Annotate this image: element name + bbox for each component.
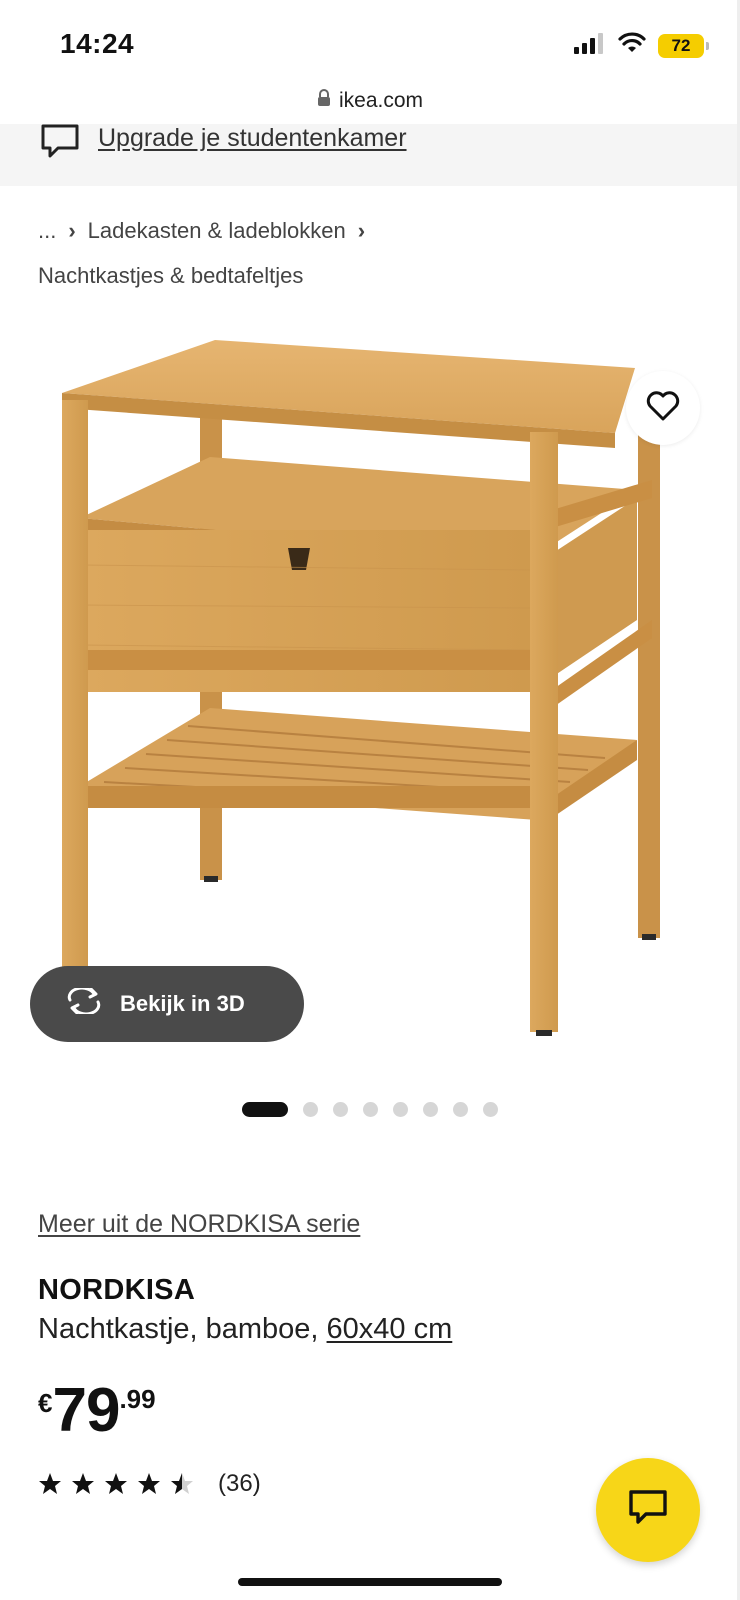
price-integer: 79: [52, 1376, 120, 1445]
carousel-dot-8[interactable]: [483, 1102, 498, 1117]
rotate-3d-icon: [64, 986, 104, 1020]
product-price: € 79 .99: [38, 1380, 156, 1442]
home-indicator: [238, 1578, 502, 1586]
price-decimal: .99: [119, 1384, 156, 1414]
carousel-dot-7[interactable]: [453, 1102, 468, 1117]
rating-count: (36): [218, 1470, 261, 1497]
rating-stars: [38, 1472, 194, 1496]
promo-banner: Upgrade je studentenkamer: [0, 124, 740, 186]
product-rating[interactable]: (36): [38, 1470, 261, 1498]
product-size-link[interactable]: 60x40 cm: [327, 1313, 453, 1345]
carousel-dot-3[interactable]: [333, 1102, 348, 1117]
series-link[interactable]: Meer uit de NORDKISA serie: [38, 1210, 360, 1239]
breadcrumb-item-nachtkastjes[interactable]: Nachtkastjes & bedtafeltjes: [38, 263, 303, 288]
star-half-icon: [171, 1473, 193, 1494]
star-icon: [138, 1473, 160, 1494]
chat-bubble-icon: [40, 124, 80, 165]
carousel-dot-5[interactable]: [393, 1102, 408, 1117]
carousel-dot-4[interactable]: [363, 1102, 378, 1117]
carousel-dot-1[interactable]: [242, 1102, 288, 1117]
lock-icon: [317, 89, 331, 113]
promo-link[interactable]: Upgrade je studentenkamer: [98, 124, 407, 152]
view-3d-label: Bekijk in 3D: [120, 991, 245, 1016]
chat-button[interactable]: [596, 1458, 700, 1562]
breadcrumb-item-ladekasten[interactable]: Ladekasten & ladeblokken: [88, 218, 346, 243]
chat-icon: [628, 1489, 668, 1531]
favorite-button[interactable]: [626, 371, 700, 445]
heart-icon: [646, 390, 680, 426]
breadcrumb-ellipsis[interactable]: ...: [38, 218, 56, 243]
status-bar: 14:24 72: [0, 0, 740, 78]
breadcrumb: ... › Ladekasten & ladeblokken › Nachtkastj…: [38, 208, 702, 298]
product-description: Nachtkastje, bamboe, 60x40 cm: [38, 1313, 452, 1346]
carousel-dot-6[interactable]: [423, 1102, 438, 1117]
carousel-indicator[interactable]: [0, 1102, 740, 1117]
view-3d-button[interactable]: Bekijk in 3D: [30, 966, 304, 1042]
chevron-right-icon: ›: [68, 218, 76, 243]
product-name: NORDKISA: [38, 1274, 196, 1306]
wifi-icon: [618, 32, 646, 59]
star-icon: [105, 1473, 127, 1494]
price-currency: €: [38, 1388, 53, 1418]
star-icon: [39, 1473, 61, 1494]
url-bar[interactable]: ikea.com: [0, 78, 740, 124]
product-type: Nachtkastje, bamboe,: [38, 1313, 319, 1345]
status-icons: 72: [574, 32, 709, 59]
url-text: ikea.com: [338, 89, 424, 112]
battery-icon: 72: [658, 33, 709, 58]
chevron-right-icon: ›: [357, 218, 366, 243]
status-time: 14:24: [60, 28, 135, 59]
product-image[interactable]: [40, 320, 700, 1060]
signal-icon: [574, 32, 606, 59]
star-icon: [72, 1473, 94, 1494]
carousel-dot-2[interactable]: [303, 1102, 318, 1117]
